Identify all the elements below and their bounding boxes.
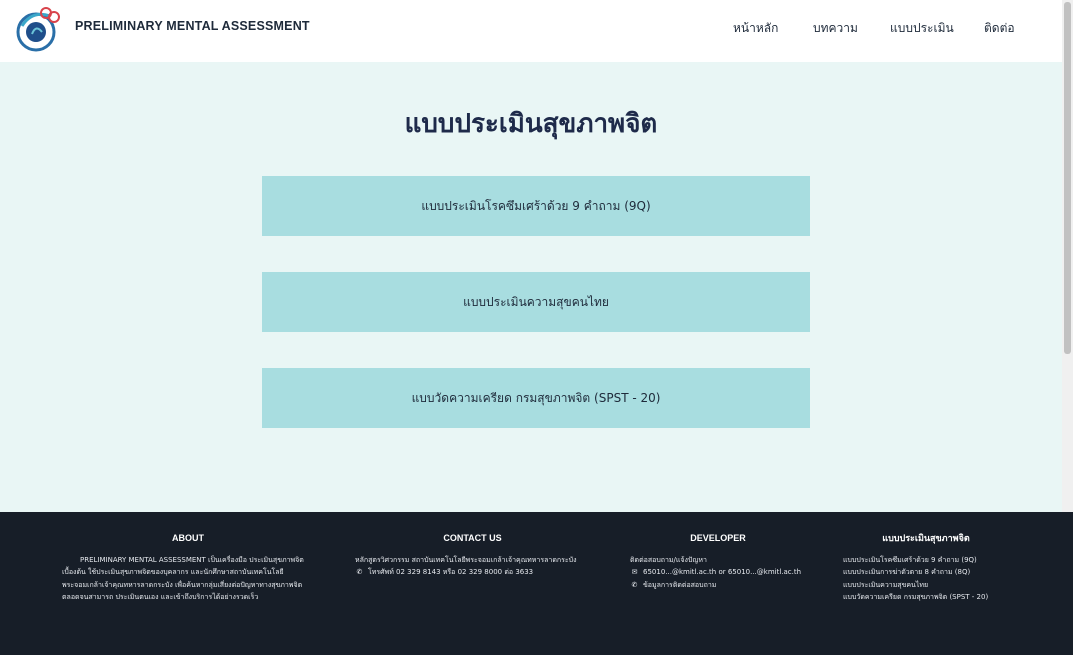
footer-contact-heading: CONTACT US — [443, 533, 502, 543]
footer-developer: DEVELOPER ติดต่อสอบถาม/แจ้งปัญหา ✉ 65010… — [630, 532, 806, 591]
footer-contact-address: หลักสูตรวิศวกรรม สถาบันเทคโนโลยีพระจอมเก… — [355, 555, 577, 564]
assessment-card-happiness[interactable]: แบบประเมินความสุขคนไทย — [262, 272, 810, 332]
mail-icon: ✉ — [631, 568, 638, 576]
footer-developer-email-row[interactable]: ✉ 65010...@kmitl.ac.th or 65010...@kmitl… — [630, 566, 806, 579]
scrollbar-thumb[interactable] — [1064, 2, 1071, 354]
assessment-card-spst20[interactable]: แบบวัดความเครียด กรมสุขภาพจิต (SPST - 20… — [262, 368, 810, 428]
top-navbar: PRELIMINARY MENTAL ASSESSMENT หน้าหลัก บ… — [0, 0, 1062, 62]
footer-contact: CONTACT US หลักสูตรวิศวกรรม สถาบันเทคโนโ… — [355, 532, 590, 579]
footer-developer-line1: ติดต่อสอบถาม/แจ้งปัญหา — [630, 555, 707, 564]
footer-assessment-link[interactable]: แบบประเมินความสุขคนไทย — [843, 579, 1009, 592]
footer-about-text: PRELIMINARY MENTAL ASSESSMENT เป็นเครื่อ… — [62, 555, 304, 602]
page-scrollbar[interactable] — [1062, 0, 1073, 512]
footer-assessment-link[interactable]: แบบประเมินการฆ่าตัวตาย 8 คำถาม (8Q) — [843, 566, 1009, 579]
footer-contact-phone[interactable]: โทรศัพท์ 02 329 8143 หรือ 02 329 8000 ต่… — [368, 566, 533, 579]
phone-icon: ✆ — [356, 568, 363, 576]
site-logo[interactable] — [12, 4, 66, 54]
footer-developer-email[interactable]: 65010...@kmitl.ac.th or 65010...@kmitl.a… — [643, 566, 801, 579]
nav-assessments[interactable]: แบบประเมิน — [890, 19, 954, 38]
footer-about: ABOUT PRELIMINARY MENTAL ASSESSMENT เป็น… — [62, 532, 314, 604]
footer-contact-phone-row[interactable]: ✆ โทรศัพท์ 02 329 8143 หรือ 02 329 8000 … — [355, 566, 590, 579]
nav-contact[interactable]: ติดต่อ — [984, 19, 1015, 38]
footer-developer-info-row[interactable]: ✆ ข้อมูลการติดต่อสอบถาม — [630, 579, 806, 592]
footer-developer-heading: DEVELOPER — [690, 533, 746, 543]
brand-name[interactable]: PRELIMINARY MENTAL ASSESSMENT — [75, 19, 310, 33]
nav-articles[interactable]: บทความ — [813, 19, 858, 38]
page-title: แบบประเมินสุขภาพจิต — [404, 108, 658, 138]
phone-icon: ✆ — [631, 580, 638, 589]
footer-assessments-heading: แบบประเมินสุขภาพจิต — [882, 533, 970, 543]
footer-assessment-link[interactable]: แบบวัดความเครียด กรมสุขภาพจิต (SPST - 20… — [843, 591, 1009, 604]
assessment-card-9q[interactable]: แบบประเมินโรคซึมเศร้าด้วย 9 คำถาม (9Q) — [262, 176, 810, 236]
footer-assessments: แบบประเมินสุขภาพจิต แบบประเมินโรคซึมเศร้… — [843, 532, 1009, 604]
footer-developer-info[interactable]: ข้อมูลการติดต่อสอบถาม — [643, 579, 716, 592]
nav-home[interactable]: หน้าหลัก — [733, 19, 778, 38]
footer-assessment-link[interactable]: แบบประเมินโรคซึมเศร้าด้วย 9 คำถาม (9Q) — [843, 554, 1009, 567]
footer-about-heading: ABOUT — [172, 533, 204, 543]
footer: ABOUT PRELIMINARY MENTAL ASSESSMENT เป็น… — [0, 512, 1073, 655]
